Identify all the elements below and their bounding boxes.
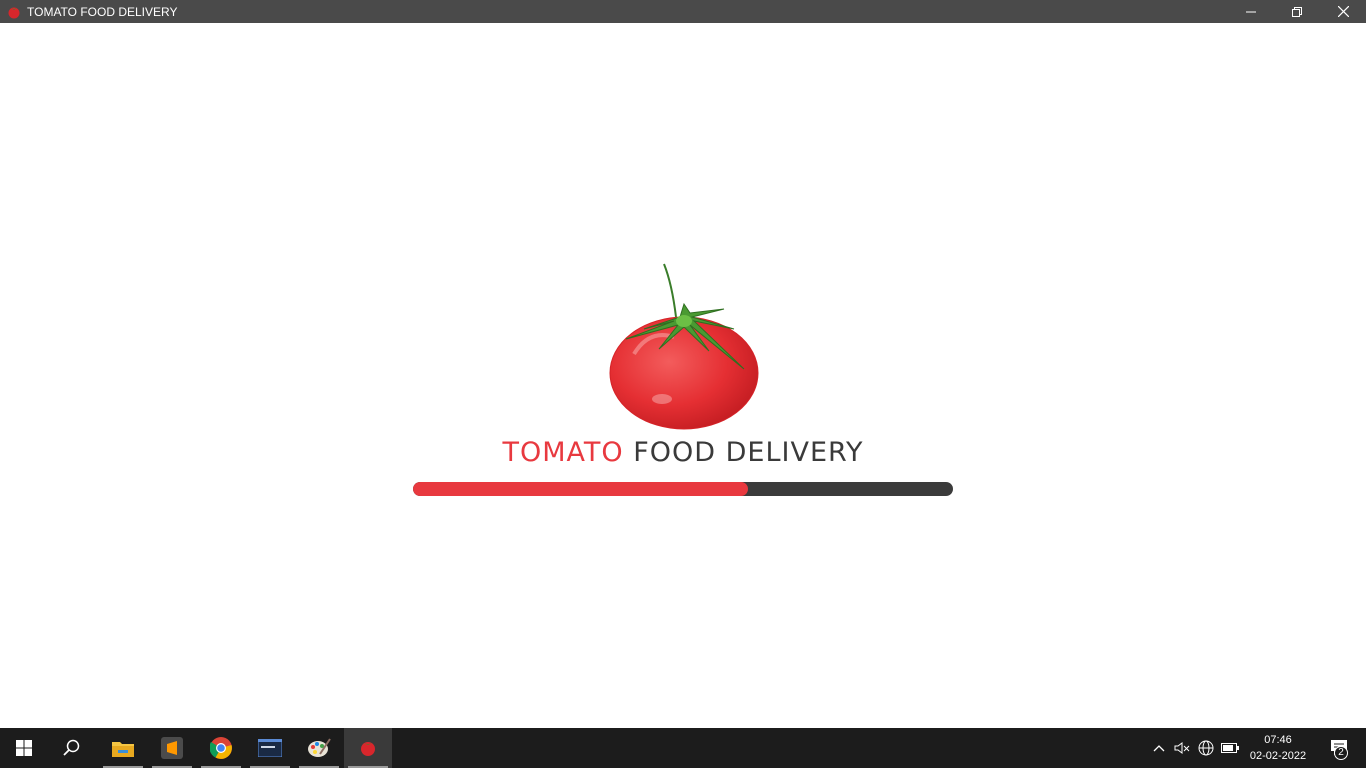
taskbar-chrome[interactable]: [197, 728, 245, 768]
taskbar: 07:46 02-02-2022 2: [0, 728, 1366, 768]
battery-button[interactable]: [1219, 728, 1241, 768]
file-explorer-icon: [112, 742, 134, 757]
clock-time: 07:46: [1264, 734, 1292, 746]
taskbar-tomato-app[interactable]: [344, 728, 392, 768]
search-icon: [63, 739, 80, 756]
chevron-up-icon: [1153, 745, 1165, 752]
taskbar-clock[interactable]: 07:46 02-02-2022: [1244, 732, 1312, 764]
start-button[interactable]: [0, 728, 48, 768]
window-title: TOMATO FOOD DELIVERY: [27, 4, 178, 19]
close-button[interactable]: [1320, 0, 1366, 23]
minimize-icon: [1246, 11, 1256, 12]
search-button[interactable]: [48, 728, 96, 768]
taskbar-paint[interactable]: [295, 728, 343, 768]
taskbar-mysql-terminal[interactable]: [246, 728, 294, 768]
volume-muted-icon: [1174, 742, 1190, 754]
sublime-text-icon: [161, 737, 183, 759]
volume-button[interactable]: [1171, 728, 1193, 768]
start-icon: [16, 740, 32, 756]
tomato-app-icon: [361, 742, 375, 756]
clock-date: 02-02-2022: [1249, 750, 1307, 762]
taskbar-sublime-text[interactable]: [148, 728, 196, 768]
brand-secondary: FOOD DELIVERY: [633, 437, 864, 468]
network-globe-icon: [1198, 740, 1214, 756]
loading-progress-fill: [413, 482, 748, 496]
show-hidden-icons-button[interactable]: [1148, 728, 1170, 768]
chrome-icon: [210, 737, 232, 759]
network-button[interactable]: [1195, 728, 1217, 768]
restore-icon: [1292, 6, 1302, 17]
taskbar-file-explorer[interactable]: [99, 728, 147, 768]
notification-count-badge: 2: [1334, 746, 1348, 760]
brand-title: TOMATO FOOD DELIVERY: [0, 437, 1366, 468]
window-titlebar: TOMATO FOOD DELIVERY: [0, 0, 1366, 23]
minimize-button[interactable]: [1228, 0, 1274, 23]
tomato-app-icon: [8, 7, 20, 18]
action-center-button[interactable]: 2: [1320, 728, 1360, 768]
close-icon: [1337, 6, 1349, 17]
restore-button[interactable]: [1274, 0, 1320, 23]
battery-icon: [1221, 743, 1239, 753]
brand-primary: TOMATO: [502, 437, 624, 468]
mysql-terminal-icon: [258, 739, 282, 757]
splash-screen: TOMATO FOOD DELIVERY: [0, 23, 1366, 728]
tomato-logo: [609, 263, 759, 430]
paint-icon: [308, 738, 331, 757]
loading-progress-bar: [413, 482, 953, 496]
